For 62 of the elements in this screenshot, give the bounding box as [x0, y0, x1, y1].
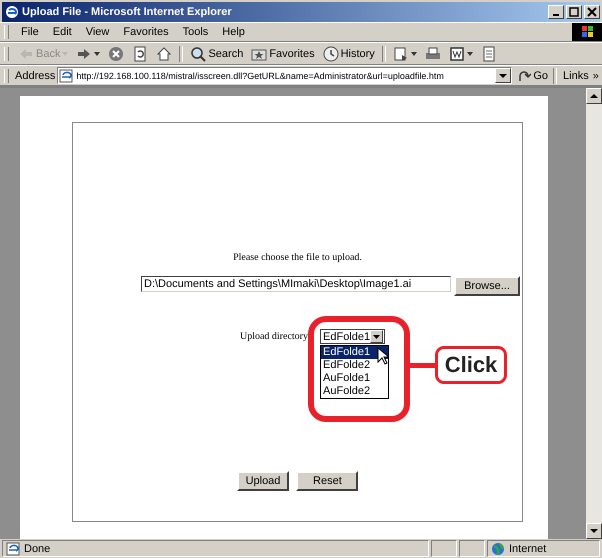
status-pane	[431, 540, 457, 557]
minimize-button[interactable]	[548, 5, 564, 19]
status-pane	[459, 540, 485, 557]
scrollbar[interactable]	[586, 88, 602, 539]
close-button[interactable]	[584, 5, 600, 19]
history-button[interactable]: History	[320, 46, 378, 62]
down-arrow-icon	[590, 529, 598, 533]
security-zone: Internet	[509, 542, 546, 554]
browser-icon	[5, 5, 19, 19]
search-button[interactable]: Search	[187, 46, 246, 62]
favorites-button[interactable]: Favorites	[248, 46, 318, 62]
page-icon	[6, 542, 20, 556]
directory-select[interactable]: EdFolde1	[320, 329, 386, 344]
history-icon	[322, 46, 339, 62]
directory-label: Upload directory	[240, 331, 308, 342]
links-button[interactable]: Links	[561, 70, 591, 82]
minimize-icon	[553, 14, 559, 16]
scroll-up-button[interactable]	[586, 88, 602, 104]
more-chevron[interactable]: »	[592, 70, 601, 82]
caret-icon	[499, 74, 508, 78]
edit-icon	[448, 46, 465, 62]
close-icon	[587, 7, 597, 17]
menu-item[interactable]: Tools	[176, 26, 214, 38]
upload-prompt: Please choose the file to upload.	[233, 252, 362, 263]
reset-button[interactable]: Reset	[296, 471, 358, 491]
dropdown-option[interactable]: AuFolde2	[321, 385, 388, 398]
menu-item[interactable]: View	[80, 26, 116, 38]
globe-icon	[491, 542, 505, 556]
window-title: Upload File - Microsoft Internet Explorer	[22, 6, 233, 18]
maximize-icon	[569, 7, 579, 17]
status-text: Done	[24, 542, 50, 554]
page-icon	[59, 68, 74, 82]
dropdown-button[interactable]	[495, 68, 512, 83]
home-icon	[156, 46, 172, 62]
windows-logo-icon	[572, 23, 602, 41]
menu-item[interactable]: Help	[216, 26, 251, 38]
print-icon	[424, 46, 441, 62]
mail-icon	[392, 46, 409, 62]
file-path-field[interactable]: D:\Documents and Settings\MImaki\Desktop\Image1.ai	[141, 276, 451, 292]
maximize-button[interactable]	[566, 5, 582, 19]
caret-icon	[373, 334, 380, 338]
upload-button[interactable]: Upload	[236, 471, 290, 491]
dropdown-button[interactable]	[370, 330, 384, 343]
caret-icon	[410, 52, 417, 56]
refresh-icon	[132, 46, 148, 62]
dropdown-option[interactable]: AuFolde1	[321, 372, 388, 385]
go-button[interactable]: Go	[516, 68, 550, 82]
browse-button[interactable]: Browse...	[454, 276, 520, 296]
menu-item[interactable]: File	[15, 26, 45, 38]
caret-icon	[466, 52, 473, 56]
discuss-icon	[480, 46, 497, 62]
up-arrow-icon	[590, 94, 598, 98]
menu-item[interactable]: Favorites	[117, 26, 175, 38]
caret-icon	[94, 52, 100, 56]
address-label: Address	[15, 70, 56, 82]
scroll-down-button[interactable]	[586, 523, 602, 539]
stop-icon	[108, 46, 124, 62]
go-arrow-icon	[517, 68, 532, 82]
search-icon	[190, 46, 206, 62]
address-field[interactable]: http://192.168.100.118/mistral/isscreen.dll?GetURL&name=Administrator&url=uploadfile.htm	[57, 67, 512, 84]
click-callout: Click	[435, 346, 507, 384]
menu-item[interactable]: Edit	[46, 26, 78, 38]
